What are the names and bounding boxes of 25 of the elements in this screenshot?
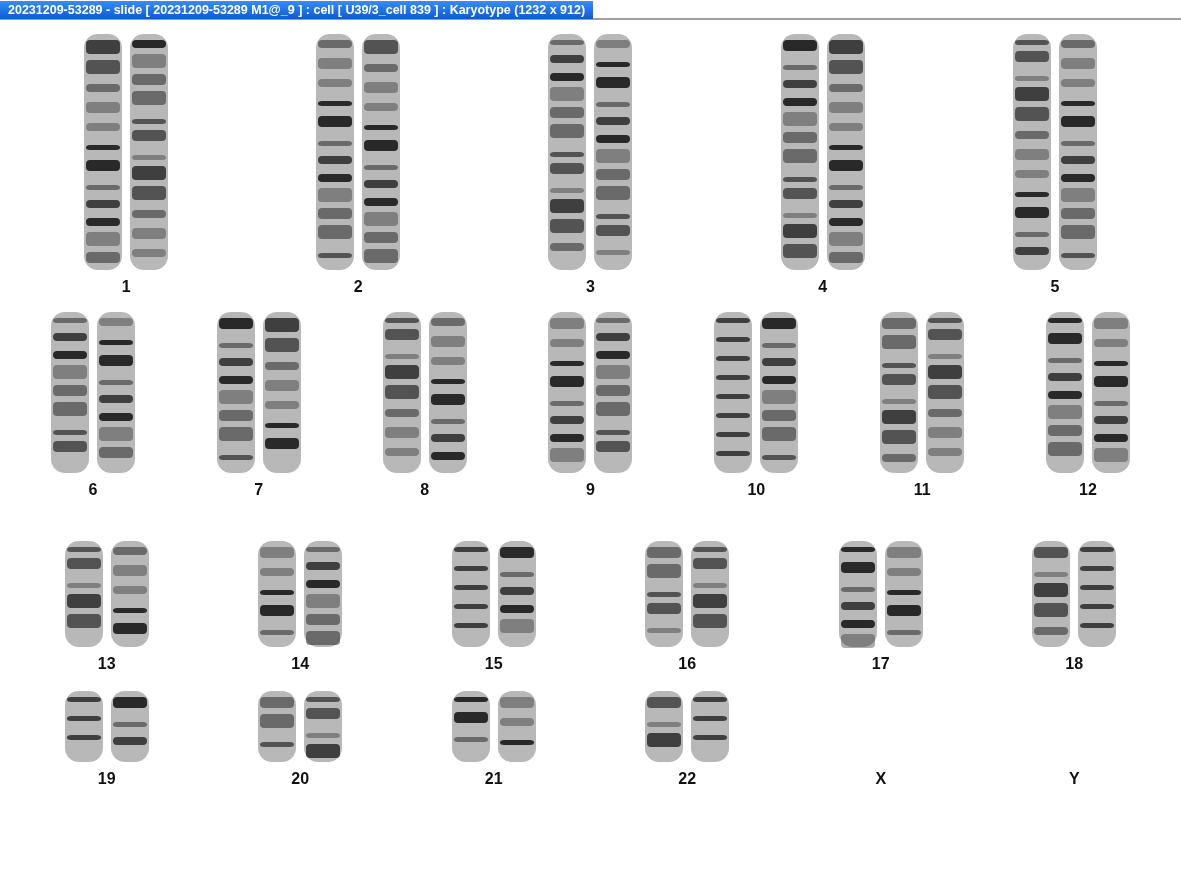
chromosome-label: 2 (353, 278, 363, 296)
chromosome-label: 22 (678, 770, 697, 788)
chromosome-label: 13 (97, 655, 116, 673)
chromosome-label: 3 (586, 278, 595, 296)
chromosome-label: 6 (88, 481, 98, 499)
chromosome-label: 7 (254, 481, 264, 499)
chromosome-label: 17 (871, 655, 890, 673)
chromosome-label: 4 (818, 278, 828, 296)
chromosome-label: 19 (97, 770, 116, 788)
chromosome-label: X (875, 770, 887, 788)
chromosome-label: 18 (1065, 655, 1084, 673)
window-title: 20231209-53289 - slide [ 20231209-53289 M1@_9 ] : cell [ U39/3_cell 839 ] : Karyotype (1232 x 912) (0, 1, 593, 19)
chromosome-label: 15 (484, 655, 503, 673)
chromosome-label: Y (1068, 770, 1080, 788)
chromosome-label: 9 (586, 481, 595, 499)
chromosome-label: 16 (678, 655, 697, 673)
chromosome-label: 12 (1079, 481, 1097, 499)
chromosome-label: 21 (484, 770, 503, 788)
chromosome-label: 1 (121, 278, 131, 296)
chromosome-label: 5 (1050, 278, 1060, 296)
chromosome-label: 8 (420, 481, 430, 499)
chromosome-label: 10 (747, 481, 766, 499)
chromosome-label: 11 (913, 481, 931, 499)
chromosome-label: 14 (291, 655, 310, 673)
chromosome-label: 20 (291, 770, 310, 788)
